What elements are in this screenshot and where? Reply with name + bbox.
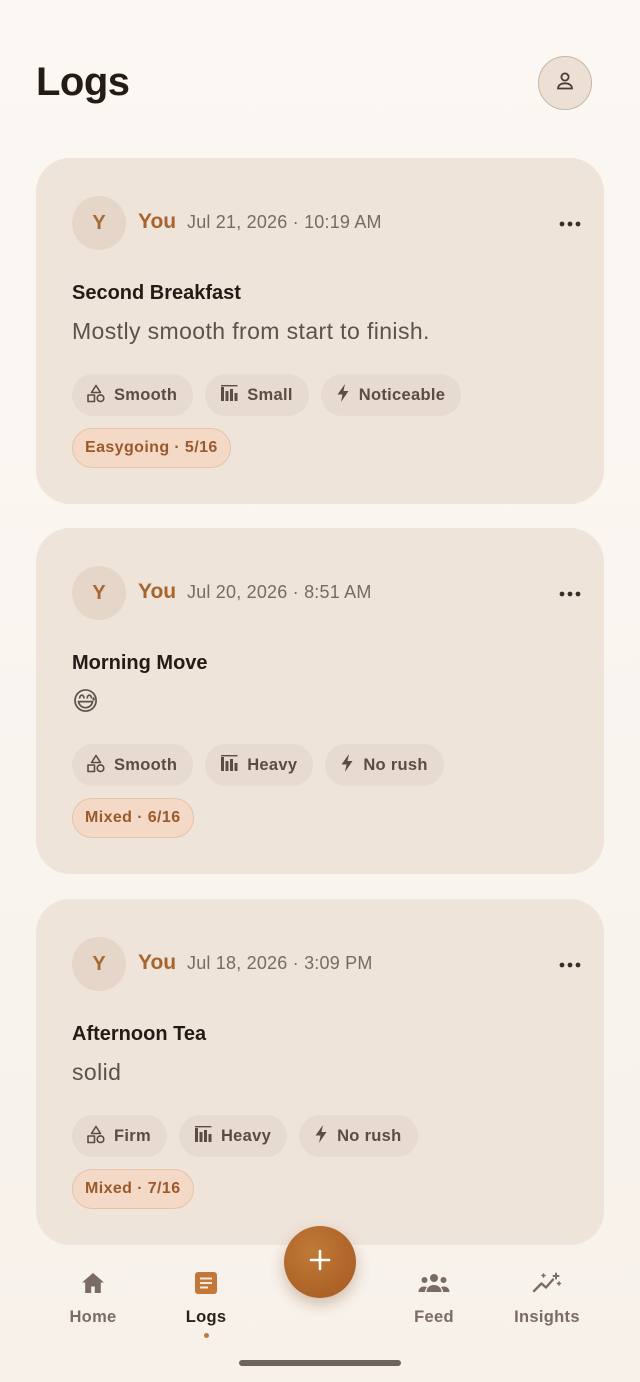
entry-note: Mostly smooth from start to finish.: [72, 318, 430, 344]
nav-item-insights[interactable]: Insights: [487, 1252, 607, 1342]
log-card[interactable]: Y You Jul 18, 2026 · 3:09 PM Afternoon T…: [36, 899, 604, 1245]
card-header: Y You Jul 18, 2026 · 3:09 PM: [72, 937, 581, 991]
timestamp: Jul 18, 2026 · 3:09 PM: [187, 953, 373, 973]
user-icon: [553, 69, 577, 98]
card-header: Y You Jul 21, 2026 · 10:19 AM: [72, 196, 581, 250]
more-horizontal-icon: [559, 955, 581, 973]
entry-title: Afternoon Tea: [72, 1023, 207, 1045]
people-icon: [418, 1270, 450, 1296]
timestamp: Jul 20, 2026 · 8:51 AM: [187, 582, 372, 602]
home-icon: [80, 1270, 106, 1296]
shapes-icon: [86, 383, 106, 408]
avatar: Y: [72, 937, 126, 991]
chip-label: Smooth: [114, 385, 178, 404]
trend-icon: [532, 1270, 562, 1296]
page-title: Logs: [36, 60, 130, 104]
avatar: Y: [72, 566, 126, 620]
chip-label: Firm: [114, 1126, 151, 1145]
bolt-icon: [313, 1124, 329, 1149]
chip-label: No rush: [337, 1126, 402, 1145]
consistency-chip: Firm: [72, 1115, 167, 1157]
chip-label: Heavy: [247, 755, 298, 774]
log-card[interactable]: Y You Jul 20, 2026 · 8:51 AM Morning Mov…: [36, 528, 604, 874]
plus-icon: [308, 1248, 332, 1277]
active-indicator: [203, 1333, 209, 1338]
entry-title: Morning Move: [72, 652, 208, 674]
timestamp: Jul 21, 2026 · 10:19 AM: [187, 212, 382, 232]
consistency-chip: Smooth: [72, 374, 194, 416]
more-options-button[interactable]: [552, 208, 588, 238]
chip-label: Small: [247, 385, 293, 404]
author-name: You: [138, 580, 177, 603]
mood-badge: Mixed · 7/16: [72, 1169, 194, 1209]
size-chip: Heavy: [205, 744, 314, 786]
chip-label: Heavy: [220, 1126, 272, 1145]
shapes-icon: [86, 1124, 106, 1149]
chip-label: Smooth: [114, 755, 178, 774]
author-name: You: [138, 951, 177, 974]
chip-label: Noticeable: [358, 385, 446, 404]
shapes-icon: [86, 753, 106, 778]
urgency-chip: No rush: [325, 744, 444, 786]
bars-icon: [193, 1124, 213, 1149]
nav-label: Home: [69, 1308, 117, 1326]
bolt-icon: [339, 753, 355, 778]
nav-item-logs[interactable]: Logs: [146, 1252, 266, 1342]
urgency-chip: No rush: [299, 1115, 418, 1157]
chip-row: Smooth Small Noticeable: [72, 374, 462, 416]
document-icon: [194, 1270, 218, 1296]
profile-button[interactable]: [538, 56, 592, 110]
log-card[interactable]: Y You Jul 21, 2026 · 10:19 AM Second Bre…: [36, 158, 604, 504]
size-chip: Heavy: [178, 1115, 288, 1157]
more-horizontal-icon: [559, 584, 581, 602]
mood-badge: Mixed · 6/16: [72, 798, 194, 838]
nav-label: Feed: [414, 1308, 454, 1326]
nav-item-home[interactable]: Home: [33, 1252, 153, 1342]
nav-label: Logs: [185, 1308, 227, 1326]
entry-title: Second Breakfast: [72, 282, 241, 304]
card-header: Y You Jul 20, 2026 · 8:51 AM: [72, 566, 581, 620]
header: Logs: [0, 0, 640, 140]
nav-item-feed[interactable]: Feed: [374, 1252, 494, 1342]
author-name: You: [138, 210, 177, 233]
consistency-chip: Smooth: [72, 744, 194, 786]
avatar: Y: [72, 196, 126, 250]
more-options-button[interactable]: [552, 949, 588, 979]
chip-row: Smooth Heavy No rush: [72, 744, 444, 786]
bolt-icon: [335, 383, 351, 408]
size-chip: Small: [205, 374, 309, 416]
chip-label: No rush: [363, 755, 428, 774]
home-indicator[interactable]: [239, 1360, 401, 1366]
mood-badge: Easygoing · 5/16: [72, 428, 231, 468]
add-log-button[interactable]: [284, 1226, 356, 1298]
nav-label: Insights: [514, 1308, 580, 1326]
more-horizontal-icon: [559, 214, 581, 232]
urgency-chip: Noticeable: [320, 374, 462, 416]
bars-icon: [219, 383, 239, 408]
chip-row: Firm Heavy No rush: [72, 1115, 418, 1157]
bars-icon: [219, 753, 239, 778]
more-options-button[interactable]: [552, 578, 588, 608]
logs-screen: Logs Y You Jul 21, 2026 · 10:19 AM Secon…: [0, 0, 640, 1382]
entry-note: solid: [72, 1059, 122, 1085]
entry-note: 😅: [72, 686, 100, 716]
